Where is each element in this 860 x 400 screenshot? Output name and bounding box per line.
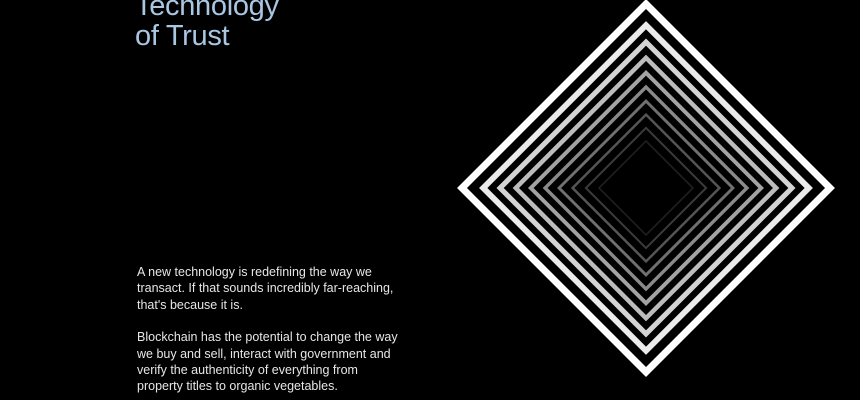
nested-diamonds-icon — [457, 0, 835, 377]
diamond-frame — [597, 139, 695, 237]
diamond-frame — [542, 84, 750, 292]
diamond-frame — [584, 126, 708, 250]
page: Technology of Trust A new technology is … — [0, 0, 860, 400]
